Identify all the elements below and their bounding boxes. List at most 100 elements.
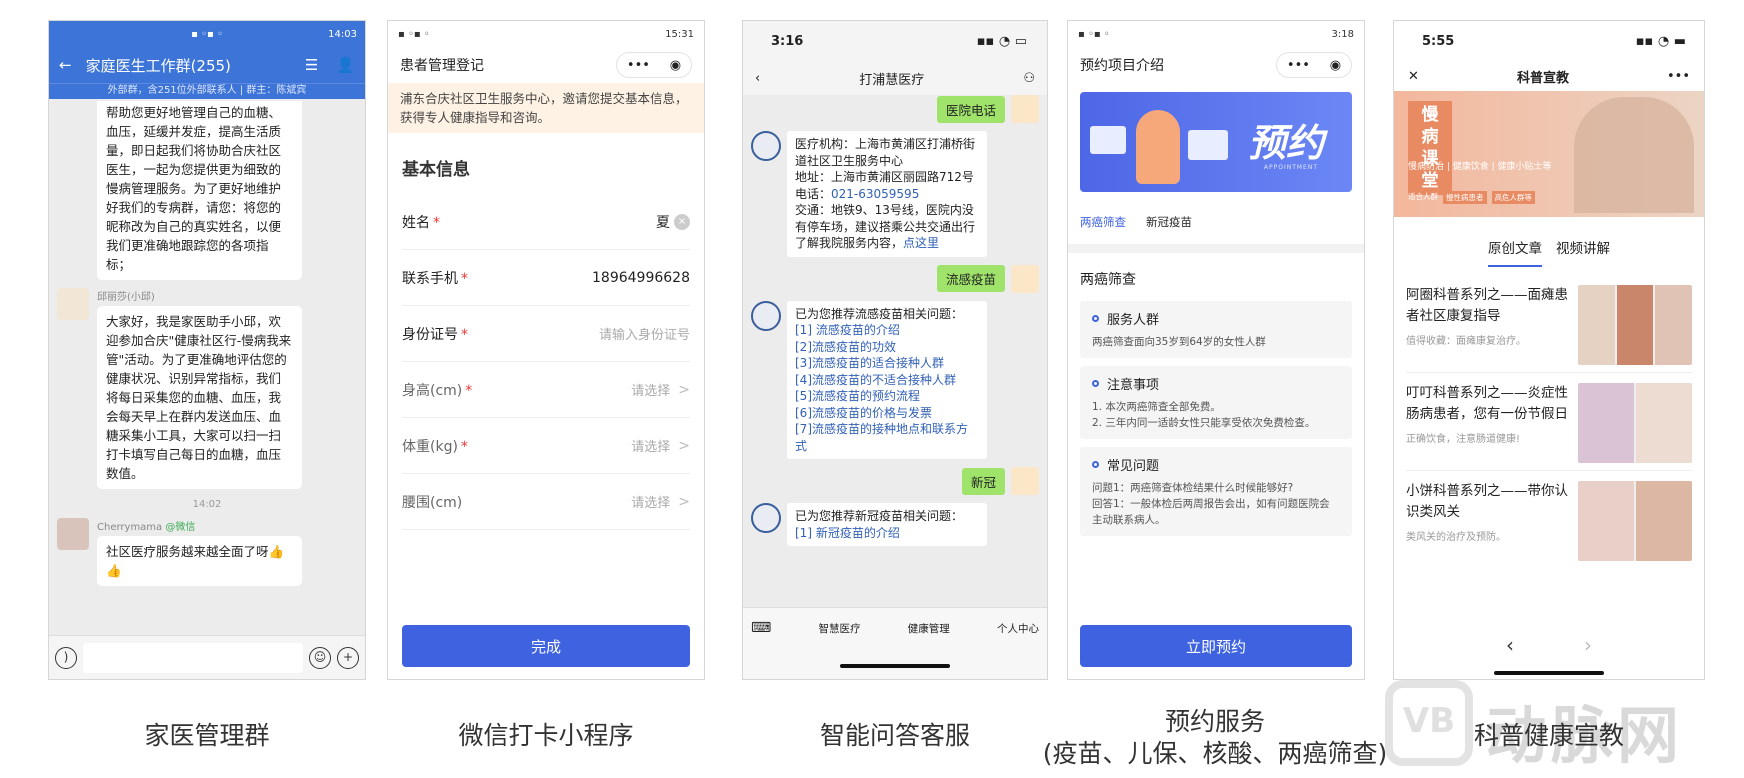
message-bubble: 帮助您更好地管理自己的血糖、血压，延缓并发症，提高生活质量，即日起我们将协助合庆… [97, 101, 302, 280]
avatar [1011, 264, 1039, 293]
more-icon[interactable]: ••• [1287, 58, 1310, 73]
phone-family-doctor-group: ▪ ◦▪ ◦ 14:03 ← 家庭医生工作群(255) ☰ 👤 外部群，含251位… [48, 20, 366, 680]
time-divider: 14:02 [192, 499, 222, 510]
tag-label: 适合人群 [1408, 192, 1438, 201]
close-icon[interactable]: ✕ [1408, 69, 1419, 84]
voice-icon[interactable]: ) [55, 646, 77, 669]
form-row-id[interactable]: 身份证号 * 请输入身份证号 [402, 306, 690, 362]
menu-icon[interactable]: ☰ [305, 56, 318, 74]
bot-text: 电话： [795, 186, 832, 201]
article-item[interactable]: 小饼科普系列之——带你认识类风关 类风关的治疗及预防。 [1406, 481, 1692, 569]
page-title: 科普宣教 [1516, 70, 1569, 86]
status-bar: ▪ ◦▪ ◦ 15:31 [398, 28, 694, 40]
user-bubble: 流感疫苗 [936, 265, 1005, 292]
chevron-right-icon: > [678, 437, 690, 454]
more-icon[interactable]: ••• [627, 58, 650, 73]
back-icon[interactable]: ‹ [1506, 633, 1514, 657]
form-row-weight[interactable]: 体重(kg) * 请选择 > [402, 418, 690, 474]
bot-message: 已为您推荐新冠疫苗相关问题： [1] 新冠疫苗的介绍 [751, 503, 1039, 546]
question-link[interactable]: [2]流感疫苗的功效 [795, 339, 979, 356]
sender-name: Cherrymama [97, 522, 163, 533]
menu-tab[interactable]: 个人中心 [997, 621, 1039, 636]
back-arrow-icon[interactable]: ← [59, 56, 72, 74]
weight-select[interactable]: 请选择 [631, 436, 670, 455]
waist-select[interactable]: 请选择 [631, 492, 670, 511]
input-bar: ) ☺ + [49, 635, 365, 679]
card-title: 服务人群 [1107, 313, 1160, 328]
status-bar: 3:16 ▪▪ ◔ ▭ [743, 21, 1047, 61]
bot-text: 地址：上海市黄浦区丽园路712号 [795, 170, 974, 184]
question-link[interactable]: [3]流感疫苗的适合接种人群 [795, 355, 979, 372]
article-item[interactable]: 叮叮科普系列之——炎症性肠病患者，您有一份节假日 正确饮食，注意肠道健康! [1406, 383, 1692, 471]
bullet-icon [1092, 315, 1099, 322]
menu-tab[interactable]: 健康管理 [908, 621, 950, 636]
forward-icon[interactable]: › [1584, 633, 1592, 657]
user-icon[interactable]: ⚇ [1023, 71, 1035, 86]
close-circle-icon[interactable]: ◉ [1330, 58, 1341, 73]
height-select[interactable]: 请选择 [631, 380, 670, 399]
bot-bubble: 已为您推荐新冠疫苗相关问题： [1] 新冠疫苗的介绍 [787, 503, 987, 546]
caption: 家医管理群 [144, 721, 270, 750]
bot-avatar [751, 503, 781, 533]
question-link[interactable]: [4]流感疫苗的不适合接种人群 [795, 372, 979, 389]
submit-button[interactable]: 完成 [402, 625, 690, 667]
more-link[interactable]: 点这里 [903, 236, 939, 250]
invite-notice: 浦东合庆社区卫生服务中心，邀请您提交基本信息，获得专人健康指导和咨询。 [388, 83, 704, 133]
keyboard-icon[interactable]: ⌨ [751, 620, 771, 636]
sender-name: 邱丽莎(小邱) [97, 292, 155, 303]
bot-text: 已为您推荐新冠疫苗相关问题： [795, 509, 964, 523]
hero-photo [1574, 97, 1694, 213]
form-row-name[interactable]: 姓名 * 夏 × [402, 194, 690, 250]
more-icon[interactable]: ••• [1667, 69, 1690, 84]
avatar[interactable] [57, 518, 89, 550]
question-link[interactable]: [6]流感疫苗的价格与发票 [795, 405, 979, 422]
question-link[interactable]: [5]流感疫苗的预约流程 [795, 388, 979, 405]
chevron-right-icon: > [678, 493, 690, 510]
form-row-height[interactable]: 身高(cm) * 请选择 > [402, 362, 690, 418]
book-button[interactable]: 立即预约 [1080, 625, 1352, 667]
bot-message: 医疗机构：上海市黄浦区打浦桥街道社区卫生服务中心 地址：上海市黄浦区丽园路712… [751, 131, 1039, 257]
user-bubble: 医院电话 [936, 95, 1005, 123]
question-link[interactable]: [7]流感疫苗的接种地点和联系方式 [795, 421, 979, 454]
message-input[interactable] [83, 642, 303, 673]
phone-qa-service: 3:16 ▪▪ ◔ ▭ ‹ 打浦慧医疗 ⚇ 医院电话 医疗机构：上海市黄浦区打浦桥… [742, 20, 1048, 680]
emoji-icon[interactable]: ☺ [309, 646, 331, 669]
home-indicator [840, 664, 950, 668]
members-icon[interactable]: 👤 [336, 56, 355, 74]
name-field[interactable]: 夏 [656, 212, 670, 232]
field-label: 身份证号 [402, 326, 458, 343]
card-desc: 问题1：两癌筛查体检结果什么时候能够好? 回答1：一般体检后两周报告会出，如有问… [1092, 482, 1330, 526]
tab-videos[interactable]: 视频讲解 [1556, 237, 1610, 267]
avatar[interactable] [57, 288, 89, 320]
id-field[interactable]: 请输入身份证号 [599, 324, 690, 343]
illustration-screen [1090, 126, 1126, 154]
status-time: 3:18 [1331, 28, 1354, 40]
avatar [1011, 467, 1039, 495]
question-link[interactable]: [1] 新冠疫苗的介绍 [795, 525, 979, 542]
menu-tab[interactable]: 智慧医疗 [818, 621, 860, 636]
clear-icon[interactable]: × [674, 213, 690, 230]
tab-articles[interactable]: 原创文章 [1488, 237, 1542, 267]
phone-link[interactable]: 021-63059595 [831, 187, 919, 201]
bot-text: 已为您推荐流感疫苗相关问题： [795, 306, 964, 321]
plus-icon[interactable]: + [337, 646, 359, 669]
illustration-person [1136, 110, 1180, 184]
appointment-banner: 预约 APPOINTMENT [1080, 92, 1352, 192]
tab-cancer-screening[interactable]: 两癌筛查 [1080, 214, 1126, 230]
browser-nav: ‹ › [1394, 633, 1704, 657]
hero-tags: 适合人群 慢性病患者 高危人群等 [1408, 191, 1535, 204]
field-label: 姓名 [402, 214, 430, 231]
miniprogram-header: 患者管理登记 ••• ◉ [388, 47, 704, 83]
form-row-phone[interactable]: 联系手机 * 18964996628 [402, 250, 690, 306]
close-circle-icon[interactable]: ◉ [670, 58, 681, 73]
form-row-waist[interactable]: 腰围(cm) 请选择 > [402, 474, 690, 530]
question-link[interactable]: [1] 流感疫苗的介绍 [795, 322, 979, 339]
status-time: 15:31 [665, 28, 694, 40]
tab-covid-vaccine[interactable]: 新冠疫苗 [1146, 214, 1192, 230]
bot-message: 已为您推荐流感疫苗相关问题： [1] 流感疫苗的介绍 [2]流感疫苗的功效 [3… [751, 300, 1039, 459]
article-item[interactable]: 阿圈科普系列之——面瘫患者社区康复指导 值得收藏：面瘫康复治疗。 [1406, 285, 1692, 373]
article-desc: 值得收藏：面瘫康复治疗。 [1406, 336, 1526, 347]
phone-field[interactable]: 18964996628 [592, 270, 690, 286]
chat-header: ‹ 打浦慧医疗 ⚇ [743, 61, 1047, 95]
status-time: 5:55 [1422, 33, 1455, 49]
